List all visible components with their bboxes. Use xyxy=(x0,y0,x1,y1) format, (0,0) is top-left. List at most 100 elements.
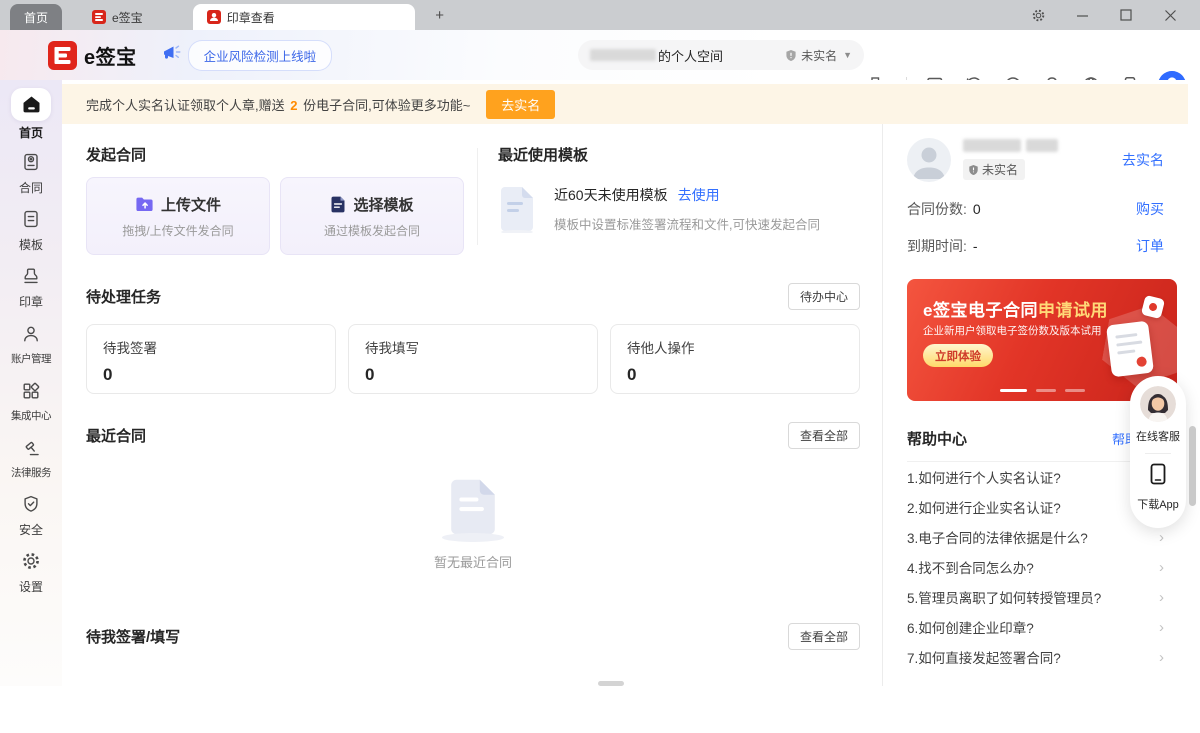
todo-center-button[interactable]: 待办中心 xyxy=(788,283,860,310)
phone-icon[interactable] xyxy=(1148,463,1168,490)
customer-service-avatar[interactable] xyxy=(1140,386,1176,422)
promo-title: e签宝电子合同申请试用 xyxy=(923,296,1108,321)
verify-status-badge: 未实名 xyxy=(963,159,1025,180)
workspace-selector[interactable]: 的个人空间 未实名 ▼ xyxy=(578,40,864,70)
go-verify-link[interactable]: 去实名 xyxy=(1122,150,1164,170)
awaiting-me-section: 待我签署/填写 查看全部 xyxy=(86,623,860,650)
window-tab-bar: 首页 e签宝 印章查看 + xyxy=(0,0,1200,30)
use-template-link[interactable]: 去使用 xyxy=(678,185,720,205)
faq-item[interactable]: 3.电子合同的法律依据是什么?› xyxy=(907,522,1164,552)
shield-icon xyxy=(785,49,797,62)
upload-file-label: 上传文件 xyxy=(161,194,221,215)
close-button[interactable] xyxy=(1148,0,1192,30)
sidebar-item-label: 安全 xyxy=(19,521,43,538)
workspace-suffix: 的个人空间 xyxy=(658,46,723,65)
view-all-contracts-button[interactable]: 查看全部 xyxy=(788,422,860,449)
announcement[interactable]: 企业风险检测上线啦 xyxy=(161,40,333,71)
sidebar-item-contracts[interactable]: 合同 xyxy=(0,145,62,198)
carousel-dot[interactable] xyxy=(1065,389,1085,392)
carousel-dot-active[interactable] xyxy=(1000,389,1027,392)
sidebar-item-account[interactable]: 账户管理 xyxy=(0,316,62,369)
help-center-title: 帮助中心 xyxy=(907,428,967,449)
announcement-pill[interactable]: 企业风险检测上线啦 xyxy=(188,40,333,71)
choose-template-desc: 通过模板发起合同 xyxy=(324,222,420,239)
sidebar-item-legal[interactable]: 法律服务 xyxy=(0,430,62,483)
notice-text: 完成个人实名认证领取个人章,赠送 2 份电子合同,可体验更多功能~ xyxy=(86,95,470,114)
sidebar-item-security[interactable]: 安全 xyxy=(0,487,62,540)
logo-text: e签宝 xyxy=(84,41,137,70)
brand: e签宝 xyxy=(48,41,137,70)
sidebar-item-templates[interactable]: 模板 xyxy=(0,202,62,255)
content-area: 完成个人实名认证领取个人章,赠送 2 份电子合同,可体验更多功能~ 去实名 发起… xyxy=(62,80,1188,686)
sidebar-item-home[interactable]: 首页 xyxy=(0,88,62,141)
app-settings-gear-icon[interactable] xyxy=(1016,0,1060,30)
faq-item[interactable]: 6.如何创建企业印章?› xyxy=(907,612,1164,642)
chevron-down-icon: ▼ xyxy=(843,50,852,60)
choose-template-card[interactable]: 选择模板 通过模板发起合同 xyxy=(280,177,464,255)
main-panel: 发起合同 上传文件 拖拽/上传文件发合同 xyxy=(62,124,882,686)
tab-home[interactable]: 首页 xyxy=(10,4,62,30)
upload-file-card[interactable]: 上传文件 拖拽/上传文件发合同 xyxy=(86,177,270,255)
notice-highlight: 2 xyxy=(290,98,297,113)
sidebar-item-label: 印章 xyxy=(19,293,43,310)
tab-seal-viewer[interactable]: 印章查看 xyxy=(193,4,415,30)
buy-link[interactable]: 购买 xyxy=(1136,199,1164,219)
shield-icon xyxy=(968,164,979,176)
faq-item[interactable]: 2.如何进行企业实名认证?› xyxy=(907,492,1164,522)
recent-contracts-title: 最近合同 xyxy=(86,425,146,446)
minimize-button[interactable] xyxy=(1060,0,1104,30)
new-tab-button[interactable]: + xyxy=(429,4,451,26)
contract-quota-row: 合同份数: 0 购买 xyxy=(907,199,1164,219)
tab-esign[interactable]: e签宝 xyxy=(78,4,157,30)
promo-banner[interactable]: e签宝电子合同申请试用 企业新用户领取电子签份数及版本试用 立即体验 xyxy=(907,279,1177,401)
upload-file-desc: 拖拽/上传文件发合同 xyxy=(122,222,233,239)
promo-subtitle: 企业新用户领取电子签份数及版本试用 xyxy=(923,323,1102,338)
security-shield-icon xyxy=(11,490,51,518)
chevron-right-icon: › xyxy=(1159,619,1164,636)
seal-stamp-icon xyxy=(11,262,51,290)
realname-notice-bar: 完成个人实名认证领取个人章,赠送 2 份电子合同,可体验更多功能~ 去实名 xyxy=(62,84,1188,124)
sidebar-item-label: 设置 xyxy=(19,578,43,595)
faq-item[interactable]: 4.找不到合同怎么办?› xyxy=(907,552,1164,582)
horizontal-scrollbar-thumb[interactable] xyxy=(598,681,624,686)
task-card-awaiting-others[interactable]: 待他人操作 0 xyxy=(610,324,860,394)
sidebar-item-seals[interactable]: 印章 xyxy=(0,259,62,312)
tab-esign-label: e签宝 xyxy=(112,9,143,26)
template-doc-icon xyxy=(11,205,51,233)
faq-item[interactable]: 5.管理员离职了如何转授管理员?› xyxy=(907,582,1164,612)
orders-link[interactable]: 订单 xyxy=(1136,236,1164,256)
carousel-dot[interactable] xyxy=(1036,389,1056,392)
app-header: e签宝 企业风险检测上线啦 的个人空间 未实名 ▼ xyxy=(0,30,1200,80)
go-verify-button[interactable]: 去实名 xyxy=(486,90,555,119)
download-app-label[interactable]: 下载App xyxy=(1137,496,1179,512)
empty-doc-icon xyxy=(447,477,499,537)
floating-support-widget: 在线客服 下载App xyxy=(1130,376,1186,528)
masked-username xyxy=(963,139,1021,152)
tab-home-label: 首页 xyxy=(24,9,48,26)
account-person-icon xyxy=(11,320,51,348)
choose-template-label: 选择模板 xyxy=(353,194,413,215)
try-now-button[interactable]: 立即体验 xyxy=(923,344,993,367)
faq-item[interactable]: 7.如何直接发起签署合同?› xyxy=(907,642,1164,672)
vertical-scrollbar-thumb[interactable] xyxy=(1189,426,1196,506)
task-card-to-sign[interactable]: 待我签署 0 xyxy=(86,324,336,394)
contract-doc-icon xyxy=(11,148,51,176)
choose-template-icon xyxy=(330,196,346,213)
view-all-awaiting-button[interactable]: 查看全部 xyxy=(788,623,860,650)
window-controls xyxy=(1016,0,1192,30)
start-contract-title: 发起合同 xyxy=(86,144,477,165)
maximize-button[interactable] xyxy=(1104,0,1148,30)
empty-text: 暂无最近合同 xyxy=(434,552,512,571)
verify-status-label: 未实名 xyxy=(801,47,837,64)
empty-doc-shadow xyxy=(442,533,504,542)
faq-item[interactable]: 1.如何进行个人实名认证?› xyxy=(907,462,1164,492)
sidebar-item-settings[interactable]: 设置 xyxy=(0,544,62,597)
user-card: 未实名 去实名 xyxy=(907,138,1164,182)
pending-tasks-title: 待处理任务 xyxy=(86,286,161,307)
sidebar-nav: 首页 合同 模板 印章 账户管理 xyxy=(0,80,62,686)
profile-avatar[interactable] xyxy=(907,138,951,182)
task-card-to-fill[interactable]: 待我填写 0 xyxy=(348,324,598,394)
sidebar-item-integration[interactable]: 集成中心 xyxy=(0,373,62,426)
megaphone-icon xyxy=(161,42,182,68)
online-service-label[interactable]: 在线客服 xyxy=(1136,428,1180,444)
